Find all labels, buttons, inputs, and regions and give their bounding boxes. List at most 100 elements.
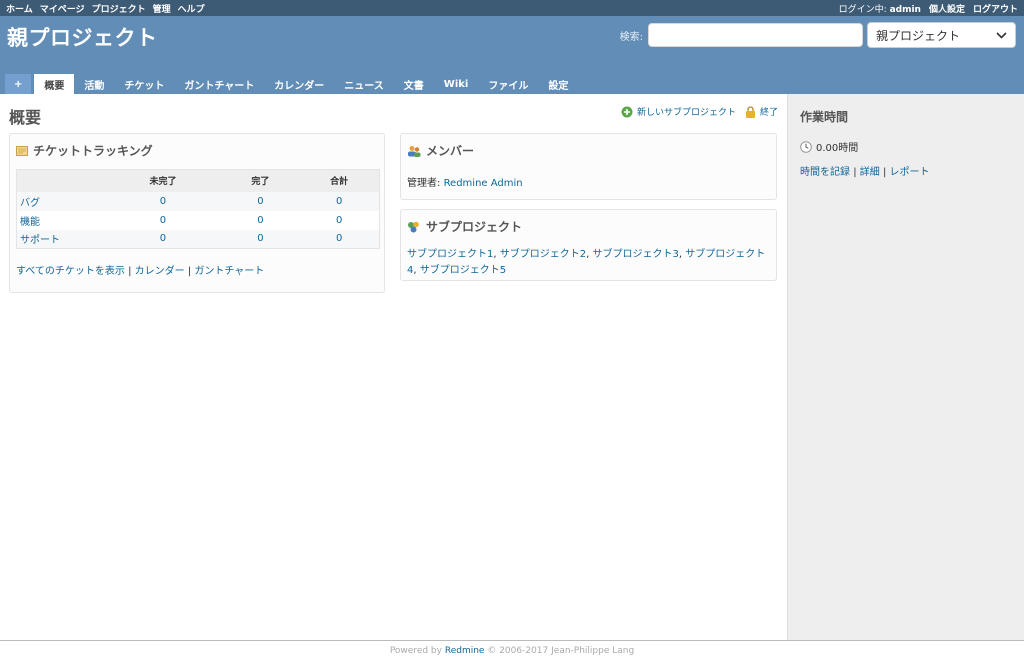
view-all-issues-link[interactable]: すべてのチケットを表示: [16, 266, 125, 277]
subproject-link-3[interactable]: サブプロジェクト3: [592, 249, 678, 260]
count-total-bug[interactable]: 0: [336, 196, 342, 207]
table-header-row: 未完了 完了 合計: [16, 169, 380, 192]
tab-issues[interactable]: チケット: [114, 74, 174, 94]
top-menu-admin[interactable]: 管理: [153, 2, 171, 15]
subprojects-title-text: サブプロジェクト: [426, 220, 523, 234]
logout-link[interactable]: ログアウト: [973, 2, 1018, 15]
search-label: 検索:: [619, 31, 643, 43]
separator: |: [882, 167, 887, 178]
lock-icon: [745, 105, 755, 118]
sidebar: 作業時間 0.00時間 時間を記録 | 詳細 | レポート: [787, 94, 1024, 640]
project-title: 親プロジェクト: [7, 26, 158, 50]
tab-wiki[interactable]: Wiki: [434, 74, 479, 94]
separator: |: [128, 266, 132, 277]
calendar-link[interactable]: カレンダー: [135, 266, 185, 277]
subproject-link-1[interactable]: サブプロジェクト1: [407, 249, 493, 260]
project-jump-select[interactable]: 親プロジェクト: [867, 22, 1016, 48]
tracker-link-bug[interactable]: バグ: [20, 198, 40, 209]
spent-time-row: 0.00時間: [800, 139, 1012, 154]
main-menu: + 概要 活動 チケット ガントチャート カレンダー ニュース 文書 Wiki …: [5, 74, 578, 94]
gantt-link[interactable]: ガントチャート: [194, 266, 264, 277]
table-row: バグ 0 0 0: [16, 191, 380, 211]
tab-overview[interactable]: 概要: [34, 74, 75, 94]
group-icon: [408, 145, 421, 157]
my-account-link[interactable]: 個人設定: [929, 2, 965, 15]
tab-gantt[interactable]: ガントチャート: [174, 74, 264, 94]
clock-icon: [800, 140, 812, 153]
count-total-feature[interactable]: 0: [336, 215, 342, 226]
ticket-icon: [16, 145, 28, 156]
footer-copyright: © 2006-2017 Jean-Philippe Lang: [487, 646, 635, 656]
members-title-text: メンバー: [426, 144, 475, 158]
tab-settings[interactable]: 設定: [538, 74, 578, 94]
subproject-link-2[interactable]: サブプロジェクト2: [500, 249, 586, 260]
table-header-total: 合計: [299, 169, 380, 192]
table-row: 機能 0 0 0: [16, 210, 380, 230]
new-subproject-action[interactable]: 新しいサブプロジェクト: [621, 105, 736, 118]
account-menu: ログイン中: admin 個人設定 ログアウト: [839, 2, 1018, 15]
table-header-tracker: [16, 169, 105, 192]
header: 親プロジェクト 検索: 親プロジェクト + 概要 活動 チケット ガントチャート…: [0, 16, 1024, 94]
tab-news[interactable]: ニュース: [334, 74, 394, 94]
count-total-support[interactable]: 0: [336, 233, 342, 244]
subprojects-box: サブプロジェクト サブプロジェクト1, サブプロジェクト2, サブプロジェクト3…: [400, 209, 777, 281]
members-box: メンバー 管理者: Redmine Admin: [400, 133, 777, 200]
content: 概要 新しいサブプロジェクト 終了 チケットトラッキング 未完了 完了 合計 バ…: [0, 94, 787, 640]
member-link[interactable]: Redmine Admin: [444, 178, 523, 189]
top-menu: ホーム マイページ プロジェクト 管理 ヘルプ ログイン中: admin 個人設…: [0, 0, 1024, 16]
separator: |: [853, 167, 857, 178]
member-row: 管理者: Redmine Admin: [407, 174, 770, 189]
redmine-link[interactable]: Redmine: [445, 646, 485, 656]
main: 概要 新しいサブプロジェクト 終了 チケットトラッキング 未完了 完了 合計 バ…: [0, 94, 1024, 640]
chevron-down-icon: [996, 31, 1007, 39]
count-closed-feature[interactable]: 0: [257, 215, 263, 226]
project-jump-value: 親プロジェクト: [876, 28, 961, 43]
close-project-action[interactable]: 終了: [745, 105, 778, 118]
log-time-link[interactable]: 時間を記録: [800, 167, 850, 178]
spent-time-title: 作業時間: [800, 110, 849, 124]
footer-powered-by: Powered by: [389, 646, 442, 656]
contextual-actions: 新しいサブプロジェクト 終了: [621, 105, 778, 118]
count-open-bug[interactable]: 0: [160, 196, 166, 207]
close-project-link[interactable]: 終了: [760, 105, 778, 118]
tab-documents[interactable]: 文書: [394, 74, 434, 94]
top-menu-help[interactable]: ヘルプ: [178, 2, 205, 15]
count-open-support[interactable]: 0: [160, 233, 166, 244]
new-subproject-link[interactable]: 新しいサブプロジェクト: [637, 105, 736, 118]
spent-time-value: 0.00時間: [816, 143, 859, 154]
table-row: サポート 0 0 0: [16, 229, 380, 249]
issue-tracking-title-text: チケットトラッキング: [33, 144, 153, 158]
subproject-link-5[interactable]: サブプロジェクト5: [420, 265, 506, 276]
top-menu-items: ホーム マイページ プロジェクト 管理 ヘルプ: [6, 2, 205, 15]
search-input[interactable]: [648, 23, 863, 47]
quick-search: 検索: 親プロジェクト: [620, 22, 1016, 48]
spent-time-links: 時間を記録 | 詳細 | レポート: [800, 163, 1012, 178]
tab-new[interactable]: +: [5, 74, 32, 94]
tab-files[interactable]: ファイル: [478, 74, 538, 94]
subprojects-list: サブプロジェクト1, サブプロジェクト2, サブプロジェクト3, サブプロジェク…: [407, 249, 766, 276]
count-closed-support[interactable]: 0: [257, 233, 263, 244]
top-menu-projects[interactable]: プロジェクト: [92, 2, 146, 15]
page-title: 概要: [9, 108, 42, 127]
top-menu-my-page[interactable]: マイページ: [40, 2, 85, 15]
count-closed-bug[interactable]: 0: [257, 196, 263, 207]
footer: Powered by Redmine © 2006-2017 Jean-Phil…: [0, 640, 1024, 661]
table-header-closed: 完了: [221, 169, 300, 192]
issue-tracking-table: 未完了 完了 合計 バグ 0 0 0 機能 0 0 0 サポート 0 0 0: [16, 169, 380, 249]
tracker-link-feature[interactable]: 機能: [20, 217, 40, 228]
logged-in-label: ログイン中:: [838, 4, 887, 15]
top-menu-home[interactable]: ホーム: [6, 2, 33, 15]
add-icon: [621, 106, 633, 117]
tab-calendar[interactable]: カレンダー: [264, 74, 334, 94]
logged-in-user[interactable]: admin: [890, 5, 921, 15]
separator: |: [187, 266, 192, 277]
time-report-link[interactable]: レポート: [890, 167, 930, 178]
issue-tracking-box: チケットトラッキング 未完了 完了 合計 バグ 0 0 0 機能 0 0 0 サ…: [9, 133, 385, 293]
time-details-link[interactable]: 詳細: [860, 167, 880, 178]
table-header-open: 未完了: [104, 169, 222, 192]
projects-icon: [408, 221, 419, 232]
count-open-feature[interactable]: 0: [160, 215, 166, 226]
issue-tracking-title: チケットトラッキング: [16, 142, 378, 159]
tracker-link-support[interactable]: サポート: [20, 235, 60, 246]
tab-activity[interactable]: 活動: [74, 74, 114, 94]
